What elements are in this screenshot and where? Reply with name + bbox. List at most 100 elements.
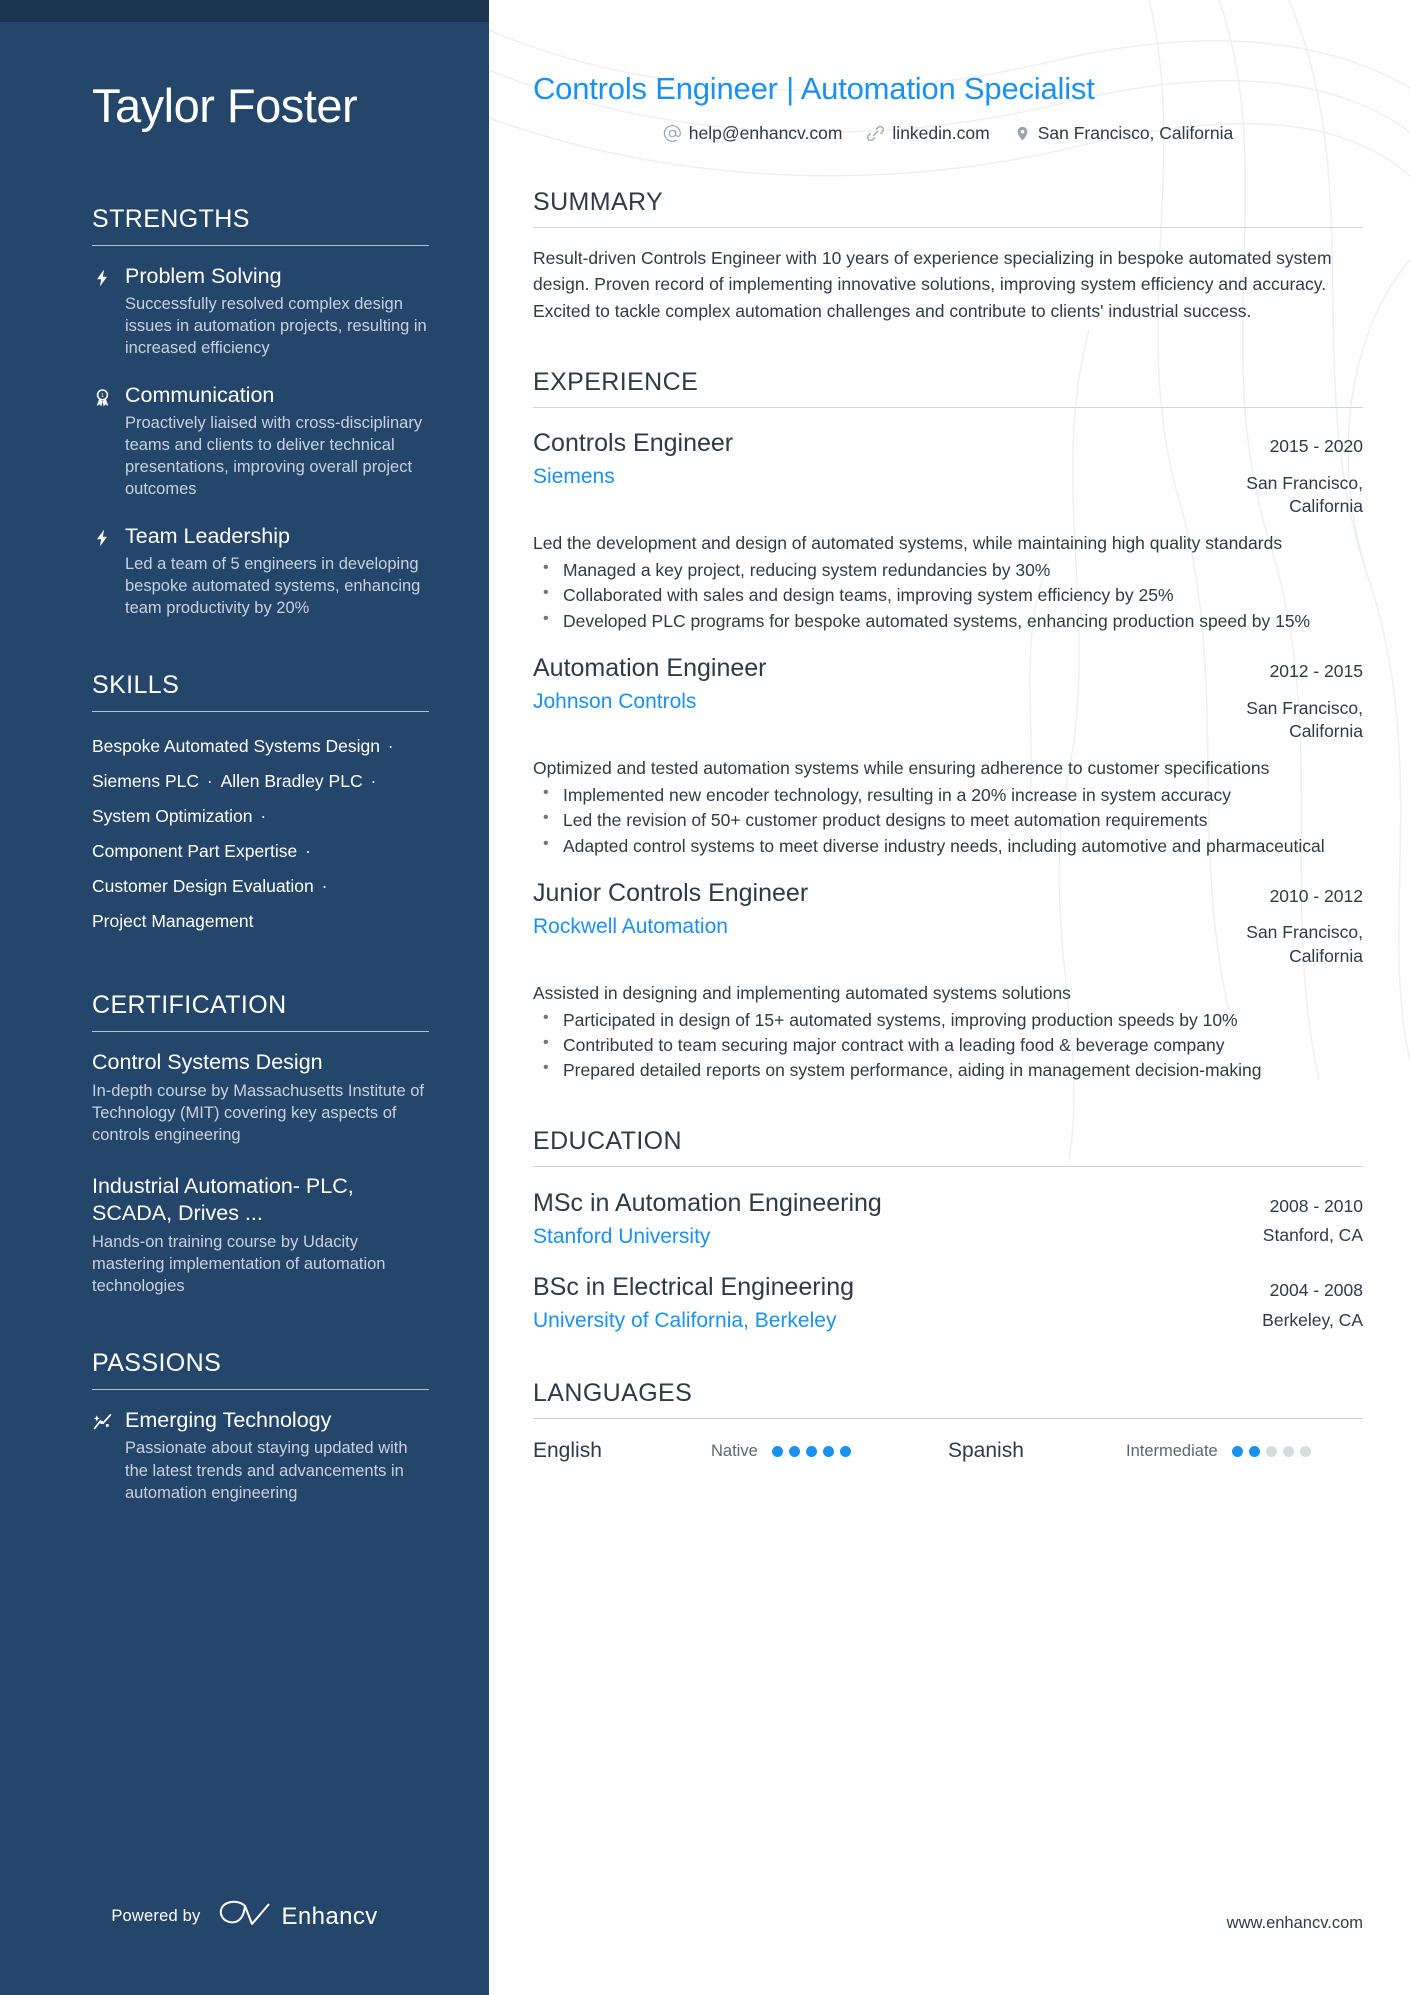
rating-dot-empty [1282,1445,1294,1457]
skill-separator: · [255,806,267,827]
passions-heading: PASSIONS [92,1349,222,1378]
strength-item-description: Proactively liaised with cross-disciplin… [125,413,423,499]
experience-location: San Francisco, California [1246,922,1363,967]
education-entry-header: MSc in Automation Engineering Stanford Un… [533,1188,1363,1251]
language-rating-dots [771,1445,851,1457]
certification-item-title: Control Systems Design [92,1050,323,1075]
experience-bullet-list: Participated in design of 15+ automated … [533,1007,1363,1082]
contact-item-text: help@enhancv.com [688,123,843,144]
experience-bullet: Implemented new encoder technology, resu… [533,782,1363,807]
education-degree: MSc in Automation Engineering [533,1188,882,1217]
strength-item: 1 Communication Proactively liaised with c… [92,382,429,501]
language-level: Intermediate [1126,1441,1218,1460]
site-url: www.enhancv.com [1226,1914,1363,1932]
strengths-list: Problem Solving Successfully resolved com… [92,263,429,619]
rating-dot-empty [1265,1445,1277,1457]
experience-description: Assisted in designing and implementing a… [533,982,1071,1003]
experience-bullet: Led the revision of 50+ customer product… [533,807,1363,832]
divider [533,227,1363,229]
experience-entry: Junior Controls Engineer Rockwell Automat… [533,878,1363,1083]
strength-item-description: Led a team of 5 engineers in developing … [125,554,421,618]
experience-bullet: Developed PLC programs for bespoke autom… [533,608,1363,633]
rating-dot-filled [1248,1445,1260,1457]
enhancv-logo-icon [218,1900,272,1933]
section-education: EDUCATION MSc in Automation Engineering S… [533,1127,1363,1336]
link-icon [866,124,885,143]
certification-item-description: In-depth course by Massachusetts Institu… [92,1081,425,1145]
enhancv-brand: Enhancv [218,1900,377,1933]
certification-heading: CERTIFICATION [92,991,287,1020]
education-institution-link[interactable]: Stanford University [533,1223,1189,1251]
education-entry-right: 2008 - 2010 Stanford, CA [1213,1188,1363,1248]
contact-row: help@enhancv.com linkedin.com San Francisc… [533,123,1363,144]
passion-item-title: Emerging Technology [125,1408,332,1433]
experience-bullet: Collaborated with sales and design teams… [533,582,1363,607]
experience-job-title: Automation Engineer [533,653,767,682]
experience-bullet: Participated in design of 15+ automated … [533,1007,1363,1032]
education-institution-link[interactable]: University of California, Berkeley [533,1307,1189,1335]
skill-item: Bespoke Automated Systems Design [92,736,380,757]
experience-company-link[interactable]: Johnson Controls [533,688,1189,716]
divider [92,1031,429,1033]
resume-page: Taylor Foster STRENGTHS Problem Solving S… [0,0,1410,1995]
location-pin-icon [1014,125,1031,142]
education-entry-right: 2004 - 2008 Berkeley, CA [1213,1272,1363,1332]
award-ribbon-icon: 1 [92,382,125,501]
strength-item: Problem Solving Successfully resolved com… [92,263,429,360]
education-location: Berkeley, CA [1262,1309,1363,1330]
strength-item-title: Communication [125,382,275,407]
experience-description: Optimized and tested automation systems … [533,757,1270,778]
passions-list: Emerging Technology Passionate about stay… [92,1407,429,1504]
experience-company-link[interactable]: Siemens [533,463,1189,491]
at-sign-icon [663,124,682,143]
contact-item[interactable]: San Francisco, California [1014,123,1234,144]
experience-entry-left: Junior Controls Engineer Rockwell Automat… [533,878,1213,941]
experience-job-title: Junior Controls Engineer [533,878,809,907]
experience-entry-right: 2015 - 2020 San Francisco, California [1213,428,1363,519]
language-item: English Native [533,1439,948,1463]
strength-item-body: Communication Proactively liaised with cr… [125,382,429,501]
skill-separator: · [316,876,328,897]
contact-item-text: San Francisco, California [1037,123,1234,144]
skill-item: Allen Bradley PLC [220,771,363,792]
experience-bullet: Prepared detailed reports on system perf… [533,1057,1363,1082]
language-rating-dots [1231,1445,1311,1457]
rating-dot-filled [822,1445,834,1457]
experience-entry-header: Controls Engineer Siemens 2015 - 2020 San F… [533,428,1363,519]
section-summary: SUMMARY Result-driven Controls Engineer … [533,188,1363,324]
education-entry-left: MSc in Automation Engineering Stanford Un… [533,1188,1213,1251]
strength-item-description: Successfully resolved complex design iss… [125,294,427,358]
education-list: MSc in Automation Engineering Stanford Un… [533,1188,1363,1336]
strength-item-title: Team Leadership [125,523,290,548]
experience-list: Controls Engineer Siemens 2015 - 2020 San F… [533,428,1363,1083]
section-experience: EXPERIENCE Controls Engineer Siemens 2015 … [533,368,1363,1083]
section-languages: LANGUAGES English Native Spanish Intermedia… [533,1379,1363,1463]
experience-date-range: 2015 - 2020 [1269,435,1363,456]
experience-entry-right: 2012 - 2015 San Francisco, California [1213,653,1363,744]
education-degree: BSc in Electrical Engineering [533,1272,854,1301]
lightning-bolt-icon [92,523,125,620]
rating-dot-filled [839,1445,851,1457]
main-content: Controls Engineer | Automation Specialis… [489,0,1410,1995]
contact-item[interactable]: help@enhancv.com [663,123,843,144]
skill-separator: · [365,771,377,792]
experience-date-range: 2012 - 2015 [1269,660,1363,681]
strength-item-title: Problem Solving [125,264,282,289]
education-entry-left: BSc in Electrical Engineering University … [533,1272,1213,1335]
powered-by-label: Powered by [111,1907,201,1925]
skill-item: Component Part Expertise [92,841,298,862]
certification-item-description: Hands-on training course by Udacity mast… [92,1232,386,1296]
rating-dot-empty [1299,1445,1311,1457]
experience-job-title: Controls Engineer [533,428,734,457]
divider [92,711,429,713]
strength-item-body: Problem Solving Successfully resolved com… [125,263,429,360]
education-heading: EDUCATION [533,1126,682,1155]
strength-item: Team Leadership Led a team of 5 engineers… [92,523,429,620]
experience-entry-left: Automation Engineer Johnson Controls [533,653,1213,716]
experience-description: Led the development and design of automa… [533,532,1283,553]
strengths-heading: STRENGTHS [92,205,250,234]
skill-item: Siemens PLC [92,771,199,792]
experience-company-link[interactable]: Rockwell Automation [533,913,1189,941]
svg-text:1: 1 [101,393,104,399]
contact-item[interactable]: linkedin.com [866,123,990,144]
